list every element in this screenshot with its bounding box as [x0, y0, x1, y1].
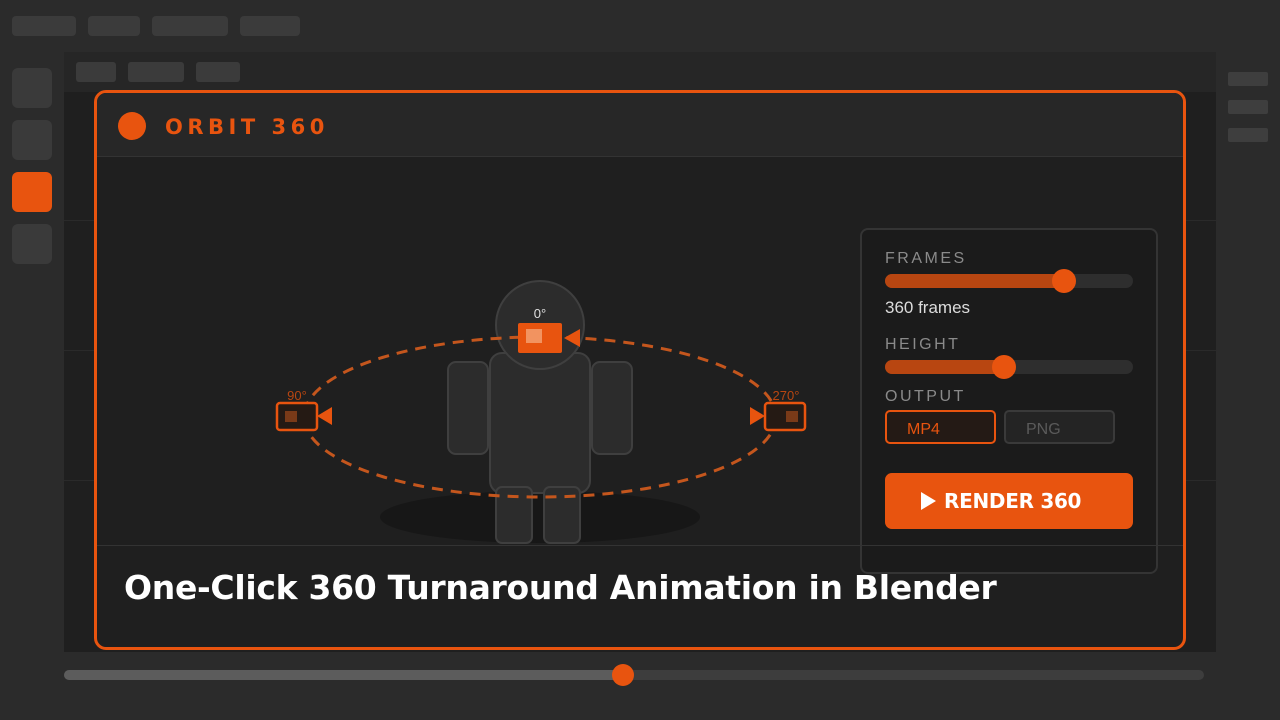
frames-value: 360 frames	[885, 298, 971, 317]
output-label: OUTPUT	[885, 388, 966, 405]
camera-label-270: 270°	[773, 388, 800, 403]
camera-icon	[275, 401, 332, 432]
tool-button-active[interactable]	[12, 172, 52, 212]
panel-item[interactable]	[1228, 100, 1268, 114]
timeline	[0, 652, 1280, 720]
footer-title: One-Click 360 Turnaround Animation in Bl…	[124, 568, 997, 607]
camera-icon	[750, 401, 807, 432]
output-option-png[interactable]: PNG	[1004, 410, 1115, 444]
addon-title: ORBIT 360	[165, 115, 329, 139]
orbit-stage: 0° 90° 270° FRAMES 360 frames HEIGHT OUT…	[97, 157, 1183, 574]
render-360-button[interactable]: RENDER 360	[885, 473, 1133, 529]
render-button-label: RENDER 360	[944, 489, 1082, 513]
frames-slider-knob[interactable]	[1052, 269, 1076, 293]
tool-button[interactable]	[12, 224, 52, 264]
menu-item[interactable]	[240, 16, 300, 36]
panel-item[interactable]	[1228, 128, 1268, 142]
viewport-menu-item[interactable]	[196, 62, 240, 82]
viewport-menu-item[interactable]	[128, 62, 184, 82]
frames-slider-fill	[885, 274, 1064, 288]
camera-label-90: 90°	[287, 388, 307, 403]
right-panel	[1216, 52, 1280, 652]
frames-slider[interactable]	[885, 269, 1133, 293]
tool-button[interactable]	[12, 120, 52, 160]
viewport-menu-item[interactable]	[76, 62, 116, 82]
height-slider[interactable]	[885, 355, 1133, 379]
height-slider-fill	[885, 360, 1004, 374]
orbit360-card: ORBIT 360 0° 90° 270° FRAMES 360 frames …	[94, 90, 1186, 650]
menu-item[interactable]	[152, 16, 228, 36]
orange-dot-icon	[118, 112, 146, 140]
play-icon	[921, 492, 936, 510]
timeline-progress	[64, 670, 623, 680]
height-slider-knob[interactable]	[992, 355, 1016, 379]
render-settings-panel: FRAMES 360 frames HEIGHT OUTPUT MP4 PNG …	[860, 228, 1158, 574]
frames-label: FRAMES	[885, 250, 967, 267]
card-header: ORBIT 360	[97, 93, 1183, 157]
timeline-playhead[interactable]	[612, 664, 634, 686]
panel-item[interactable]	[1228, 72, 1268, 86]
menu-item[interactable]	[12, 16, 76, 36]
height-label: HEIGHT	[885, 336, 961, 353]
tool-button[interactable]	[12, 68, 52, 108]
ground-shadow	[380, 491, 700, 543]
output-option-mp4[interactable]: MP4	[885, 410, 996, 444]
card-divider	[97, 545, 1183, 546]
menu-item[interactable]	[88, 16, 140, 36]
camera-label-0: 0°	[534, 306, 546, 321]
top-menu-bar	[0, 0, 1280, 52]
